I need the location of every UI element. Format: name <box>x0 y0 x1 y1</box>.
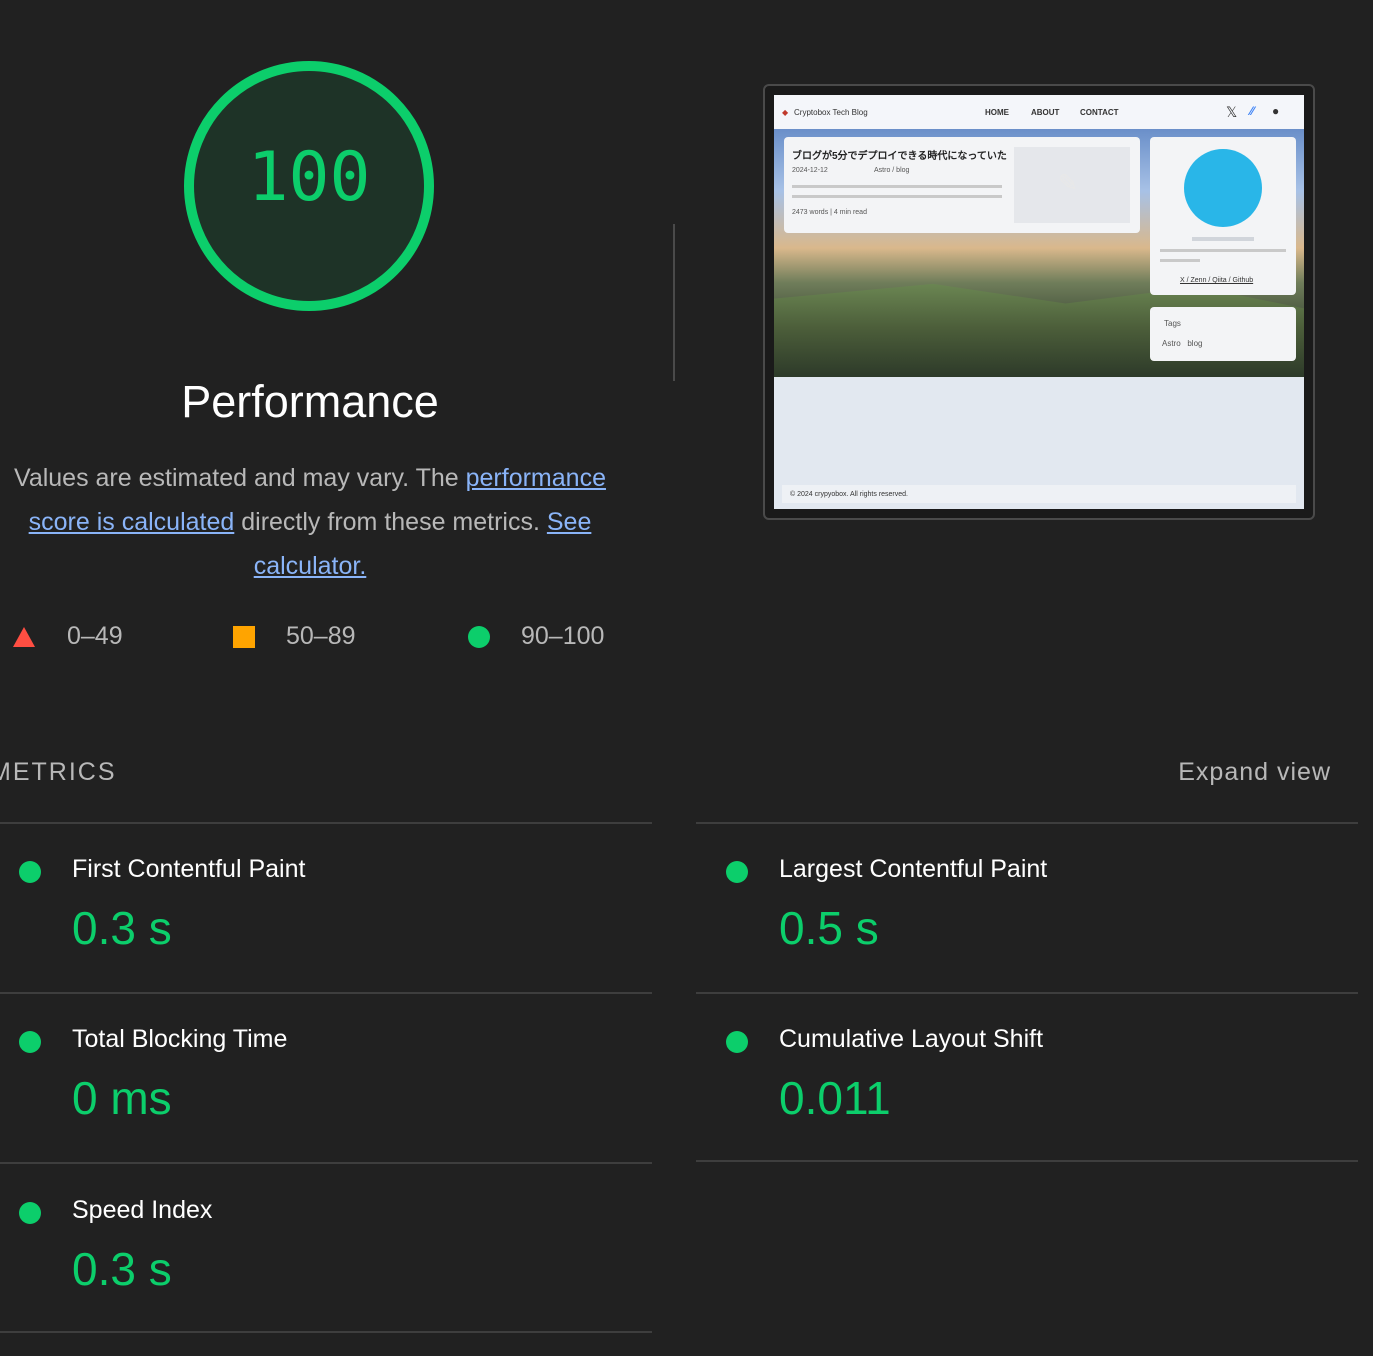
vertical-divider <box>673 224 675 381</box>
metric-label: First Contentful Paint <box>72 855 306 883</box>
legend-item-fail: 0–49 <box>13 622 123 651</box>
site-name: Cryptobox Tech Blog <box>794 108 868 117</box>
profile-bio-line <box>1160 259 1200 262</box>
metrics-divider <box>696 1160 1358 1162</box>
legend-item-average: 50–89 <box>233 622 356 651</box>
pass-icon <box>19 861 41 883</box>
zenn-icon: ⁄⁄ <box>1250 104 1255 118</box>
pass-icon <box>19 1031 41 1053</box>
metric-lcp: Largest Contentful Paint 0.5 s <box>707 823 1327 993</box>
metric-value: 0.3 s <box>72 1243 172 1295</box>
legend-item-pass: 90–100 <box>468 622 604 651</box>
pass-icon <box>726 1031 748 1053</box>
nav-home: HOME <box>985 108 1009 117</box>
metric-value: 0.3 s <box>72 902 172 954</box>
post-title: ブログが5分でデプロイできる時代になっていた <box>792 151 1007 162</box>
post-meta: 2473 words | 4 min read <box>792 209 867 216</box>
metric-value: 0.011 <box>779 1072 891 1124</box>
tags-list: Astro blog <box>1162 339 1203 348</box>
nav-contact: CONTACT <box>1080 108 1119 117</box>
legend-range: 0–49 <box>67 622 123 650</box>
metric-value: 0 ms <box>72 1072 172 1124</box>
post-excerpt-line <box>792 195 1002 198</box>
description-text: Values are estimated and may vary. The <box>14 464 466 492</box>
legend-range: 90–100 <box>521 622 605 650</box>
metric-label: Cumulative Layout Shift <box>779 1025 1044 1053</box>
post-excerpt-line <box>792 185 1002 188</box>
post-tags: Astro / blog <box>874 167 910 174</box>
metric-tbt: Total Blocking Time 0 ms <box>0 993 620 1163</box>
tags-label: Tags <box>1164 319 1181 328</box>
triangle-icon <box>13 626 35 647</box>
nav-about: ABOUT <box>1031 108 1060 117</box>
gauge-score: 100 <box>247 138 371 217</box>
github-icon: ● <box>1272 104 1280 118</box>
x-icon: 𝕏 <box>1226 104 1238 120</box>
score-description: Values are estimated and may vary. The p… <box>0 456 630 588</box>
metrics-divider <box>0 1331 652 1333</box>
circle-icon <box>468 625 490 648</box>
pass-icon <box>726 861 748 883</box>
post-thumbnail: ✎ <box>1014 147 1130 223</box>
metric-fcp: First Contentful Paint 0.3 s <box>0 823 620 993</box>
gauge-title: Performance <box>181 376 439 427</box>
performance-gauge: 100 <box>178 55 440 317</box>
metric-si: Speed Index 0.3 s <box>0 1164 620 1334</box>
expand-view-toggle[interactable]: Expand view <box>1178 758 1331 787</box>
square-icon <box>233 625 255 648</box>
avatar <box>1184 149 1262 227</box>
final-screenshot[interactable]: ブログが5分でデプロイできる時代になっていた 2024-12-12 Astro … <box>763 84 1315 520</box>
post-date: 2024-12-12 <box>792 167 828 174</box>
profile-divider <box>1192 237 1254 241</box>
site-logo-icon: ◆ <box>782 108 789 117</box>
metric-label: Total Blocking Time <box>72 1025 288 1053</box>
screenshot-page: ブログが5分でデプロイできる時代になっていた 2024-12-12 Astro … <box>774 95 1304 509</box>
profile-links: X / Zenn / Qiita / Github <box>1180 277 1254 284</box>
profile-bio-line <box>1160 249 1286 252</box>
metrics-title: METRICS <box>0 758 117 786</box>
legend-range: 50–89 <box>286 622 356 650</box>
tags-card: Tags Astro blog <box>1150 307 1296 361</box>
profile-card: X / Zenn / Qiita / Github <box>1150 137 1296 295</box>
metric-value: 0.5 s <box>779 902 879 954</box>
site-footer: © 2024 crypyobox. All rights reserved. <box>782 485 1296 503</box>
site-nav: ◆ Cryptobox Tech Blog HOME ABOUT CONTACT… <box>774 95 1304 129</box>
pass-icon <box>19 1202 41 1224</box>
description-text-middle: directly from these metrics. <box>234 508 547 536</box>
metric-label: Largest Contentful Paint <box>779 855 1048 883</box>
hero-image: ブログが5分でデプロイできる時代になっていた 2024-12-12 Astro … <box>774 129 1304 377</box>
post-card: ブログが5分でデプロイできる時代になっていた 2024-12-12 Astro … <box>784 137 1140 233</box>
metric-cls: Cumulative Layout Shift 0.011 <box>707 993 1327 1163</box>
metric-label: Speed Index <box>72 1196 213 1224</box>
pencil-icon: ✎ <box>1058 170 1079 197</box>
